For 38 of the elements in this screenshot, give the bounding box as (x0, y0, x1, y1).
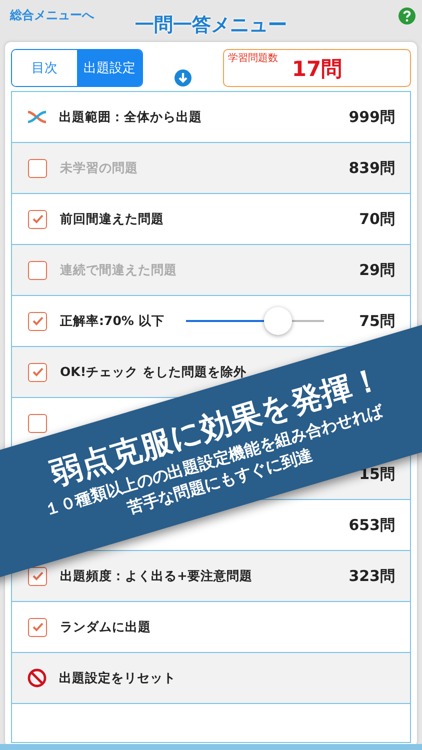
prohibited-icon[interactable] (27, 668, 47, 688)
row-label: 未学習の問題 (60, 160, 138, 176)
row-label: ランダムに出題 (60, 618, 151, 636)
checkbox[interactable] (28, 414, 47, 432)
back-link[interactable]: 総合メニューへ (10, 7, 94, 24)
checkbox[interactable] (28, 618, 47, 636)
checkbox[interactable] (28, 566, 47, 586)
count-value: 17問 (292, 56, 342, 83)
check-mark-icon (32, 367, 44, 377)
checkbox[interactable] (28, 312, 47, 330)
checkbox[interactable] (28, 158, 47, 178)
checkbox[interactable] (28, 362, 47, 382)
check-mark-icon (32, 214, 44, 224)
download-icon[interactable] (174, 69, 192, 87)
question-count: 70問 (359, 210, 395, 228)
count-label: 学習問題数 (228, 52, 278, 65)
screen-title: 一問一答メニュー (135, 13, 287, 38)
tab[interactable]: 出題設定 (77, 50, 142, 86)
question-count: 653問 (348, 516, 395, 534)
help-icon[interactable] (398, 7, 416, 25)
row-label: 出題頻度：よく出る+要注意問題 (60, 568, 252, 584)
question-count: 839問 (348, 158, 395, 178)
row-label: 前回間違えた問題 (60, 210, 164, 228)
question-count: 29問 (359, 260, 395, 280)
question-count: 75問 (359, 312, 395, 330)
checkbox[interactable] (28, 210, 47, 228)
check-mark-icon (32, 571, 44, 581)
check-mark-icon (32, 316, 44, 326)
question-count: 323問 (348, 566, 395, 586)
row-label: 出題設定をリセット (59, 670, 176, 686)
question-count: 999問 (348, 108, 395, 126)
row-label: 連続で間違えた問題 (60, 262, 177, 278)
check-mark-icon (32, 622, 44, 632)
checkbox[interactable] (28, 260, 47, 280)
row-label: 出題範囲：全体から出題 (59, 108, 202, 126)
row-label: OK!チェック をした問題を除外 (60, 364, 246, 380)
slider-thumb[interactable] (264, 307, 292, 335)
row-label: 正解率:70% 以下 (60, 312, 164, 330)
